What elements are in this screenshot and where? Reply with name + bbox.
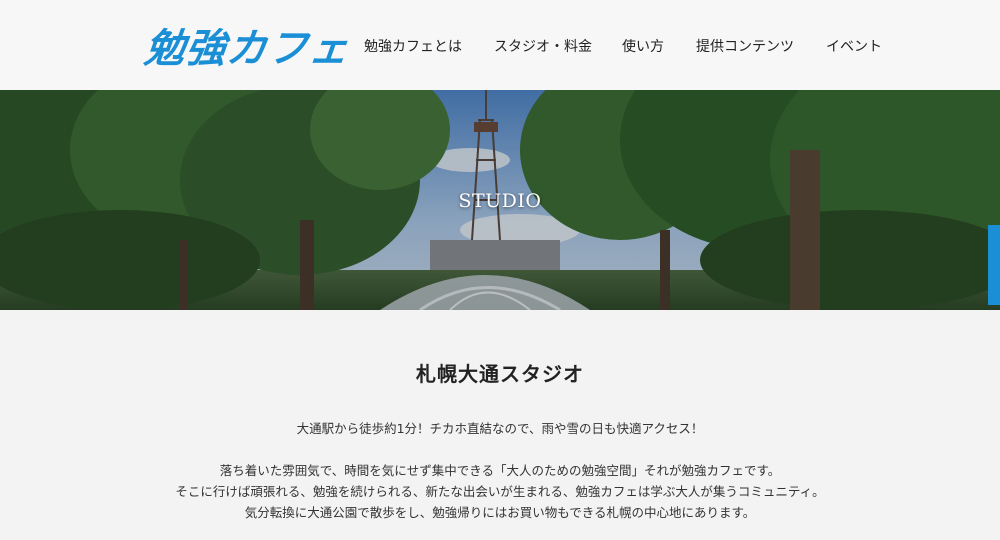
- site-header: 勉強カフェ 勉強カフェとは スタジオ・料金 使い方 提供コンテンツ イベント: [0, 0, 1000, 90]
- studio-intro: 札幌大通スタジオ 大通駅から徒歩約1分！チカホ直結なので、雨や雪の日も快適アクセ…: [0, 310, 1000, 540]
- description-line: 気分転換に大通公園で散歩をし、勉強帰りにはお買い物もできる札幌の中心地にあります…: [244, 505, 756, 520]
- studio-heading: 札幌大通スタジオ: [416, 362, 584, 386]
- hero-banner: STUDIO: [0, 90, 1000, 310]
- nav-item-contents[interactable]: 提供コンテンツ: [696, 36, 794, 56]
- side-tab[interactable]: [988, 225, 1000, 305]
- main-nav: 勉強カフェとは スタジオ・料金 使い方 提供コンテンツ イベント: [364, 36, 882, 56]
- intro-paragraph: 大通駅から徒歩約1分！チカホ直結なので、雨や雪の日も快適アクセス！: [296, 421, 704, 436]
- nav-item-studio-pricing[interactable]: スタジオ・料金: [494, 36, 592, 56]
- nav-item-how-to-use[interactable]: 使い方: [622, 36, 664, 56]
- hero-title: STUDIO: [458, 190, 542, 212]
- nav-item-about[interactable]: 勉強カフェとは: [364, 36, 462, 56]
- description-line: 落ち着いた雰囲気で、時間を気にせず集中できる「大人のための勉強空間」それが勉強カ…: [219, 463, 781, 478]
- nav-item-events[interactable]: イベント: [826, 36, 882, 56]
- description-paragraph: 落ち着いた雰囲気で、時間を気にせず集中できる「大人のための勉強空間」それが勉強カ…: [0, 460, 1000, 523]
- site-logo[interactable]: 勉強カフェ: [142, 16, 353, 74]
- description-line: そこに行けば頑張れる、勉強を続けられる、新たな出会いが生まれる、勉強カフェは学ぶ…: [175, 484, 825, 499]
